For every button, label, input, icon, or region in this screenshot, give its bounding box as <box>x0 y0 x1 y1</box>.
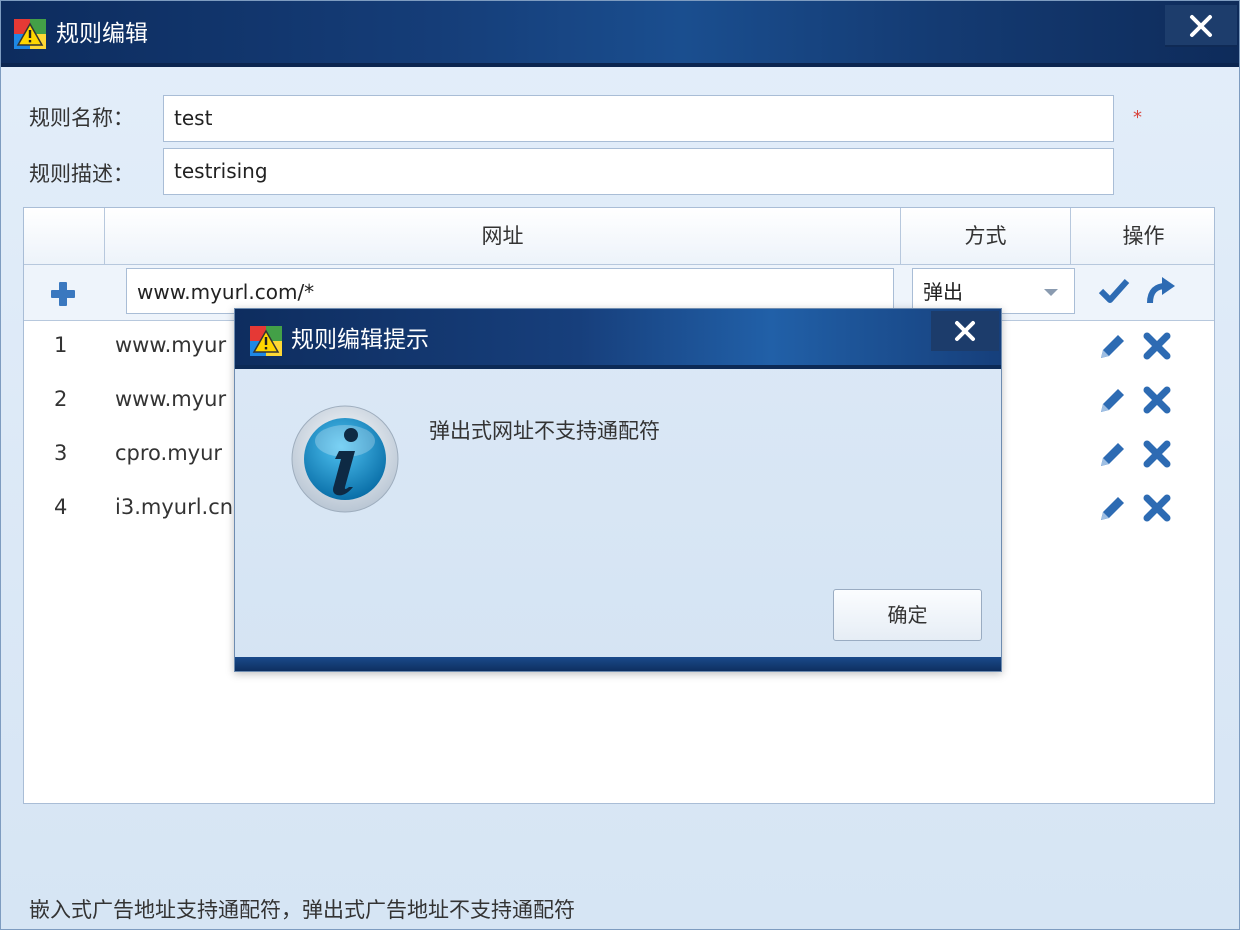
window-title: 规则编辑 <box>56 21 148 47</box>
rule-edit-tip-dialog: 规则编辑提示 弹出式网址不支持通配符 确定 <box>234 308 1002 672</box>
row-index: 2 <box>54 387 68 411</box>
check-icon[interactable] <box>1098 277 1130 305</box>
row-index: 3 <box>54 441 68 465</box>
dialog-titlebar: 规则编辑提示 <box>235 309 1001 369</box>
close-icon <box>955 321 975 341</box>
close-icon <box>1190 15 1212 37</box>
dialog-title: 规则编辑提示 <box>291 327 429 353</box>
edit-pencil-icon[interactable] <box>1096 493 1128 525</box>
header-mode[interactable]: 方式 <box>900 208 1070 265</box>
rule-name-label: 规则名称： <box>29 106 134 130</box>
row-url: i3.myurl.cn <box>115 495 234 519</box>
plus-icon <box>51 282 75 306</box>
rule-name-input[interactable]: test <box>163 95 1114 142</box>
info-icon <box>291 405 399 513</box>
row-url: cpro.myur <box>115 441 223 465</box>
row-url: www.myur <box>115 387 227 411</box>
dialog-message: 弹出式网址不支持通配符 <box>429 419 660 443</box>
edit-pencil-icon[interactable] <box>1096 331 1128 363</box>
delete-x-icon[interactable] <box>1142 385 1172 415</box>
add-rule-button[interactable] <box>24 265 104 321</box>
app-warning-icon <box>250 326 282 356</box>
delete-x-icon[interactable] <box>1142 439 1172 469</box>
header-url[interactable]: 网址 <box>104 208 900 265</box>
row-url: www.myur <box>115 333 227 357</box>
rule-desc-label: 规则描述： <box>29 162 134 186</box>
dialog-bottom-bar <box>235 657 1001 671</box>
edit-pencil-icon[interactable] <box>1096 385 1128 417</box>
delete-x-icon[interactable] <box>1142 331 1172 361</box>
window-titlebar: 规则编辑 <box>1 1 1239 67</box>
row-index: 4 <box>54 495 68 519</box>
header-actions: 操作 <box>1070 208 1214 265</box>
wildcard-hint: 嵌入式广告地址支持通配符，弹出式广告地址不支持通配符 <box>29 898 575 922</box>
app-warning-icon <box>14 19 46 49</box>
redo-icon[interactable] <box>1144 275 1178 305</box>
dialog-close-button[interactable] <box>931 311 999 351</box>
chevron-down-icon <box>1044 289 1058 296</box>
row-index: 1 <box>54 333 68 357</box>
required-mark: * <box>1133 107 1142 128</box>
rule-desc-input[interactable]: testrising <box>163 148 1114 195</box>
window-close-button[interactable] <box>1165 5 1237 47</box>
delete-x-icon[interactable] <box>1142 493 1172 523</box>
edit-pencil-icon[interactable] <box>1096 439 1128 471</box>
mode-select-value: 弹出 <box>923 280 963 304</box>
confirm-button[interactable]: 确定 <box>833 589 982 641</box>
table-header: 网址 方式 操作 <box>24 208 1214 265</box>
